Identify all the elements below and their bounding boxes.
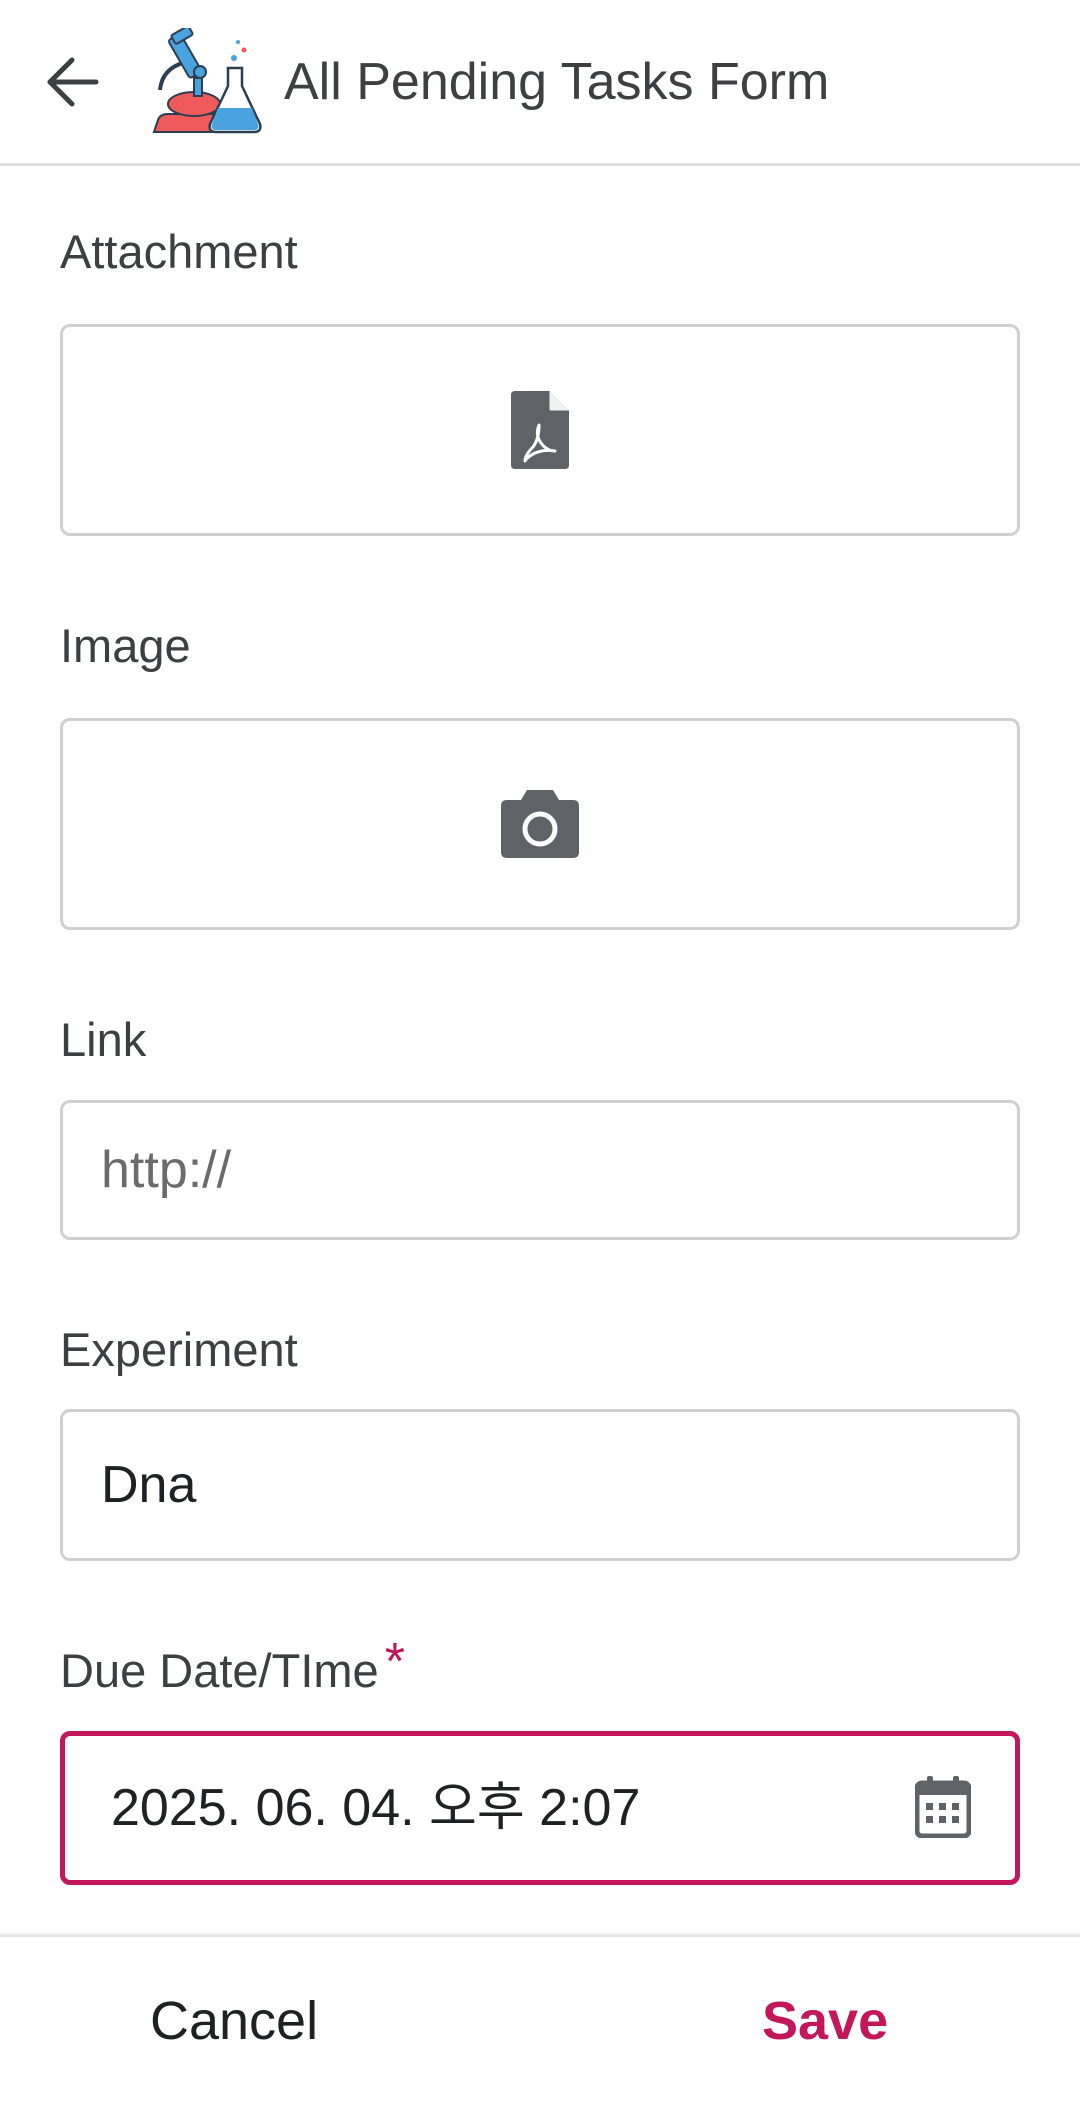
app-bar: All Pending Tasks Form	[0, 0, 1080, 166]
back-button[interactable]	[32, 42, 112, 122]
experiment-input[interactable]	[60, 1409, 1020, 1561]
due-datetime-label: Due Date/TIme *	[60, 1633, 405, 1701]
link-input[interactable]	[60, 1100, 1020, 1240]
due-datetime-field[interactable]: 2025. 06. 04. 오후 2:07	[60, 1731, 1020, 1885]
calendar-button[interactable]	[914, 1776, 979, 1844]
link-label: Link	[60, 1013, 147, 1066]
due-datetime-label-text: Due Date/TIme	[60, 1644, 379, 1697]
pdf-file-icon	[511, 391, 569, 469]
bottom-action-bar: Cancel Save	[0, 1934, 1080, 2106]
arrow-left-icon	[47, 57, 99, 107]
image-label: Image	[60, 619, 191, 672]
calendar-icon	[914, 1776, 972, 1839]
save-button[interactable]: Save	[762, 1987, 888, 2055]
attachment-label: Attachment	[60, 225, 298, 278]
microscope-flask-icon	[152, 28, 262, 134]
cancel-button[interactable]: Cancel	[150, 1987, 318, 2055]
required-marker: *	[384, 1633, 405, 1691]
attachment-upload-button[interactable]	[60, 324, 1020, 536]
image-upload-button[interactable]	[60, 718, 1020, 930]
experiment-label: Experiment	[60, 1323, 298, 1376]
page-title: All Pending Tasks Form	[284, 53, 830, 111]
camera-icon	[501, 790, 579, 858]
due-datetime-value[interactable]: 2025. 06. 04. 오후 2:07	[111, 1776, 640, 1840]
